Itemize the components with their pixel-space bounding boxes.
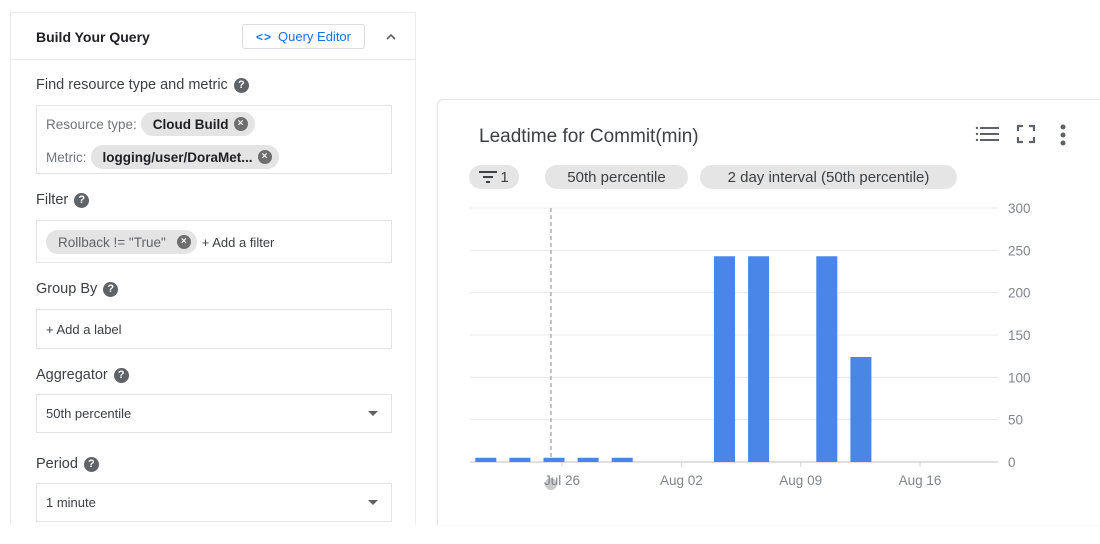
resource-type-chip[interactable]: Cloud Build × [140,112,255,136]
remove-chip-icon[interactable]: × [176,235,191,249]
query-builder-header: Build Your Query <> Query Editor [11,13,415,60]
x-tick-label: Jul 26 [544,473,580,488]
filter-label: Filter ? [36,192,90,208]
resource-metric-label: Find resource type and metric ? [36,77,249,93]
bar [816,256,838,462]
filter-chip[interactable]: Rollback != "True" × [46,230,197,254]
period-value: 1 minute [46,495,96,510]
group-by-field[interactable]: + Add a label [36,309,392,349]
aggregator-label: Aggregator ? [36,367,129,383]
bar [748,256,770,462]
help-icon[interactable]: ? [83,456,99,472]
help-icon[interactable]: ? [103,281,119,297]
chevron-up-icon[interactable] [383,29,399,45]
bar [543,457,565,462]
add-filter-link[interactable]: + Add a filter [202,235,275,250]
x-tick-label: Aug 16 [899,473,942,488]
y-tick-label: 100 [1008,370,1031,385]
bar [475,457,497,462]
help-icon[interactable]: ? [233,77,249,93]
y-tick-label: 150 [1008,328,1031,343]
y-tick-label: 0 [1008,455,1016,470]
bar-chart: 0 50 100 150 200 250 300 Jul 26 Aug 02 Aug 09 Aug … [470,201,1031,490]
chart-panel: Leadtime for Commit(min) 1 50th percenti… [437,99,1100,525]
aggregator-select[interactable]: 50th percentile [36,394,392,433]
bar [611,457,633,462]
bar [714,256,735,462]
y-tick-label: 300 [1008,201,1031,216]
add-label-link[interactable]: + Add a label [46,322,122,337]
y-tick-label: 50 [1008,413,1023,428]
bar [509,457,531,462]
resource-type-label: Resource type: [46,116,137,132]
query-builder-title: Build Your Query [36,29,150,45]
period-select[interactable]: 1 minute [36,483,392,522]
group-by-label: Group By ? [36,281,119,297]
query-editor-label: Query Editor [278,29,351,44]
y-tick-label: 200 [1008,286,1031,301]
help-icon[interactable]: ? [113,367,129,383]
filter-field[interactable]: Rollback != "True" × + Add a filter [36,220,392,263]
metric-label: Metric: [46,149,87,165]
code-icon: <> [256,29,273,44]
remove-chip-icon[interactable]: × [233,117,248,131]
dropdown-arrow-icon [368,411,378,416]
bar [577,457,599,462]
period-label: Period ? [36,456,99,472]
query-builder-panel: Build Your Query <> Query Editor Find re… [10,12,416,525]
aggregator-value: 50th percentile [46,406,132,421]
query-editor-button[interactable]: <> Query Editor [242,24,365,49]
help-icon[interactable]: ? [74,192,90,208]
x-tick-label: Aug 02 [660,473,703,488]
resource-metric-field[interactable]: Resource type: Cloud Build × Metric: log… [36,105,392,174]
x-tick-label: Aug 09 [779,473,822,488]
bar [850,357,872,462]
dropdown-arrow-icon [368,500,378,505]
y-tick-label: 250 [1008,243,1031,258]
metric-chip[interactable]: logging/user/DoraMet... × [90,145,279,169]
remove-chip-icon[interactable]: × [257,150,272,164]
